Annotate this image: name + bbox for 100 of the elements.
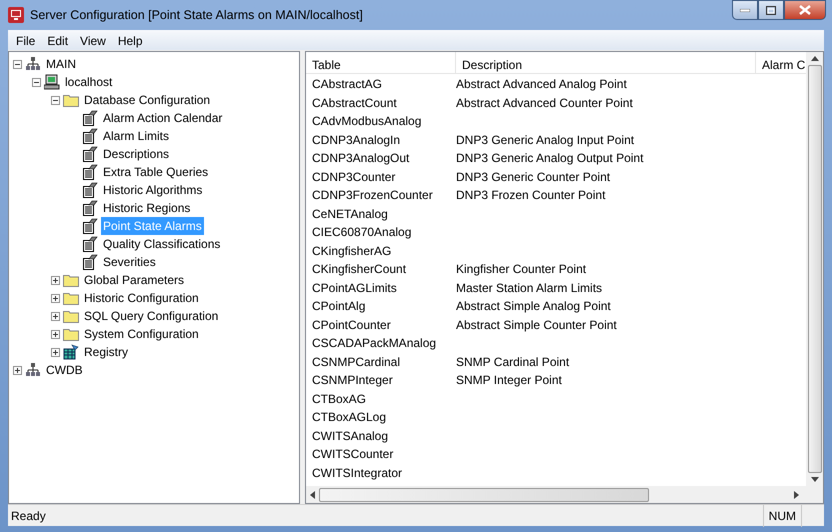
table-cell-text: CTBoxAGLog (311, 409, 388, 426)
table-cell-text: CeNETAnalog (311, 206, 389, 223)
minimize-icon (740, 8, 750, 12)
tree-item[interactable]: Alarm Action Calendar (101, 109, 224, 127)
document-icon (82, 218, 98, 234)
menu-item[interactable]: File (10, 30, 42, 50)
expander-icon[interactable] (32, 78, 41, 86)
scrollbar-thumb[interactable] (319, 488, 649, 502)
tree-item[interactable]: Historic Regions (101, 199, 192, 217)
expander-icon[interactable] (51, 330, 60, 338)
table-cell-text: DNP3 Generic Counter Point (456, 168, 612, 186)
table-cell-text: CSNMPCardinal (311, 354, 402, 371)
table-cell-text: CAbstractCount (311, 94, 398, 112)
table-cell-text: DNP3 Generic Analog Output Point (456, 150, 644, 168)
table-cell-text: Abstract Simple Counter Point (456, 316, 618, 334)
column-header[interactable]: Description (456, 52, 756, 73)
tree-item[interactable]: CWDB (44, 361, 85, 379)
computer-icon (44, 74, 60, 90)
expander-icon[interactable] (13, 366, 22, 374)
close-button[interactable] (784, 0, 826, 20)
app-icon (8, 7, 24, 23)
table-cell-text: CPointCounter (311, 316, 392, 334)
scroll-left-icon[interactable] (310, 490, 315, 498)
document-icon (82, 128, 98, 144)
network-icon (25, 56, 41, 72)
scrollbar-thumb[interactable] (808, 65, 822, 473)
tree-item[interactable]: Severities (101, 253, 158, 271)
menu-item[interactable]: Help (112, 30, 149, 50)
table-cell-text: CIEC60870Analog (311, 224, 412, 242)
table-cell-text: CDNP3AnalogIn (311, 132, 402, 149)
folder-icon (63, 92, 79, 108)
folder-icon (63, 326, 79, 342)
tree-item[interactable]: Alarm Limits (101, 127, 172, 145)
window-title: Server Configuration [Point State Alarms on MAIN/localhost] (30, 6, 363, 24)
folder-icon (63, 290, 79, 306)
document-icon (82, 254, 98, 270)
tree-item[interactable]: Descriptions (101, 145, 172, 163)
scroll-up-icon[interactable] (810, 56, 818, 61)
menu-item[interactable]: View (74, 30, 112, 50)
expander-icon[interactable] (51, 312, 60, 320)
document-icon (82, 146, 98, 162)
tree-item[interactable]: Registry (82, 343, 130, 361)
close-icon (799, 5, 811, 15)
tree-item[interactable]: Historic Configuration (82, 289, 201, 307)
table-cell-text: Master Station Alarm Limits (456, 280, 604, 297)
expander-icon[interactable] (13, 60, 22, 68)
num-lock-indicator: NUM (762, 504, 802, 526)
maximize-icon (766, 6, 776, 14)
table-cell-text: SNMP Integer Point (456, 372, 563, 390)
status-text: Ready (10, 508, 47, 524)
tree-item[interactable]: Global Parameters (82, 271, 186, 289)
tree-item[interactable]: Quality Classifications (101, 235, 222, 253)
document-icon (82, 200, 98, 216)
table-cell-text: CAbstractAG (311, 76, 384, 94)
vertical-scrollbar[interactable] (806, 52, 823, 486)
document-icon (82, 182, 98, 198)
table-cell-text: CPointAlg (311, 298, 366, 316)
table-cell-text: Abstract Simple Analog Point (456, 298, 612, 316)
column-header[interactable]: Table (306, 52, 456, 73)
expander-icon[interactable] (51, 294, 60, 302)
tree-item[interactable]: System Configuration (82, 325, 201, 343)
table-cell-text: CPointAGLimits (311, 280, 398, 297)
network-icon (25, 362, 41, 378)
table-cell-text: CKingfisherAG (311, 242, 392, 260)
table-cell-text: DNP3 Generic Analog Input Point (456, 132, 636, 149)
table-cell-text: SNMP Cardinal Point (456, 354, 570, 371)
table-cell-text: CWITSIntegrator (311, 464, 404, 482)
table-cell-text: CAdvModbusAnalog (311, 113, 422, 130)
scroll-down-icon[interactable] (810, 477, 818, 482)
tree-item[interactable]: MAIN (44, 55, 78, 73)
table-cell-text: CWITSAnalog (311, 428, 390, 445)
maximize-button[interactable] (758, 0, 784, 20)
folder-icon (63, 308, 79, 324)
table-cell-text: CDNP3Counter (311, 168, 396, 186)
tree-item[interactable]: SQL Query Configuration (82, 307, 220, 325)
scroll-right-icon[interactable] (794, 490, 799, 498)
minimize-button[interactable] (732, 0, 758, 20)
registry-icon (63, 344, 79, 360)
table-cell-text: CWITSCounter (311, 446, 394, 464)
table-cell-text: CSCADAPackMAnalog (311, 335, 438, 352)
tree-item[interactable]: Database Configuration (82, 91, 212, 109)
table-cell-text: CDNP3FrozenCounter (311, 187, 434, 204)
table-cell-text: Abstract Advanced Counter Point (456, 94, 634, 112)
document-icon (82, 236, 98, 252)
folder-icon (63, 272, 79, 288)
document-icon (82, 110, 98, 126)
tree-item[interactable]: localhost (63, 73, 114, 91)
table-cell-text: CKingfisherCount (311, 261, 408, 278)
expander-icon[interactable] (51, 348, 60, 356)
table-cell-text: Kingfisher Counter Point (456, 261, 588, 278)
table-cell-text: CTBoxAG (311, 390, 368, 408)
table-cell-text: CSNMPInteger (311, 372, 394, 390)
tree-item[interactable]: Historic Algorithms (101, 181, 204, 199)
table-cell-text: DNP3 Frozen Counter Point (456, 187, 606, 204)
tree-item[interactable]: Extra Table Queries (101, 163, 210, 181)
menu-item[interactable]: Edit (41, 30, 74, 50)
document-icon (82, 164, 98, 180)
expander-icon[interactable] (51, 276, 60, 284)
horizontal-scrollbar[interactable] (306, 486, 823, 503)
expander-icon[interactable] (51, 96, 60, 104)
